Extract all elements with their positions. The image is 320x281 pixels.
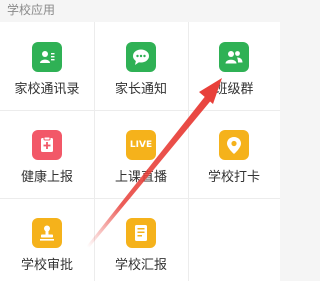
app-label: 家长通知 bbox=[114, 82, 167, 97]
app-live-class[interactable]: LIVE 上课直播 bbox=[94, 110, 188, 198]
live-badge-icon: LIVE bbox=[126, 130, 156, 160]
report-document-icon bbox=[126, 218, 156, 248]
app-contacts-book[interactable]: 家校通讯录 bbox=[0, 22, 94, 110]
app-label: 学校汇报 bbox=[114, 258, 167, 273]
section-title: 学校应用 bbox=[7, 3, 56, 17]
app-school-checkin[interactable]: 学校打卡 bbox=[188, 110, 280, 198]
app-label: 学校打卡 bbox=[207, 170, 260, 185]
app-label: 班级群 bbox=[214, 82, 254, 97]
app-school-approval[interactable]: 学校审批 bbox=[0, 198, 94, 281]
app-parent-notice[interactable]: 家长通知 bbox=[94, 22, 188, 110]
app-class-group[interactable]: 班级群 bbox=[188, 22, 280, 110]
stamp-icon bbox=[32, 218, 62, 248]
app-grid: 家校通讯录 家长通知 班级群 健康上报 LIVE 上课直播 学校打卡 学校审批 … bbox=[0, 22, 280, 281]
app-health-report[interactable]: 健康上报 bbox=[0, 110, 94, 198]
app-label: 家校通讯录 bbox=[14, 82, 80, 97]
group-people-icon bbox=[219, 42, 249, 72]
contacts-book-icon bbox=[32, 42, 62, 72]
app-label: 健康上报 bbox=[20, 170, 73, 185]
app-label: 学校审批 bbox=[20, 258, 73, 273]
app-school-report[interactable]: 学校汇报 bbox=[94, 198, 188, 281]
live-badge-text: LIVE bbox=[129, 140, 153, 150]
section-header: 学校应用 bbox=[0, 0, 280, 22]
medical-kit-icon bbox=[32, 130, 62, 160]
location-pin-icon bbox=[219, 130, 249, 160]
app-label: 上课直播 bbox=[114, 170, 167, 185]
chat-bubble-icon bbox=[126, 42, 156, 72]
